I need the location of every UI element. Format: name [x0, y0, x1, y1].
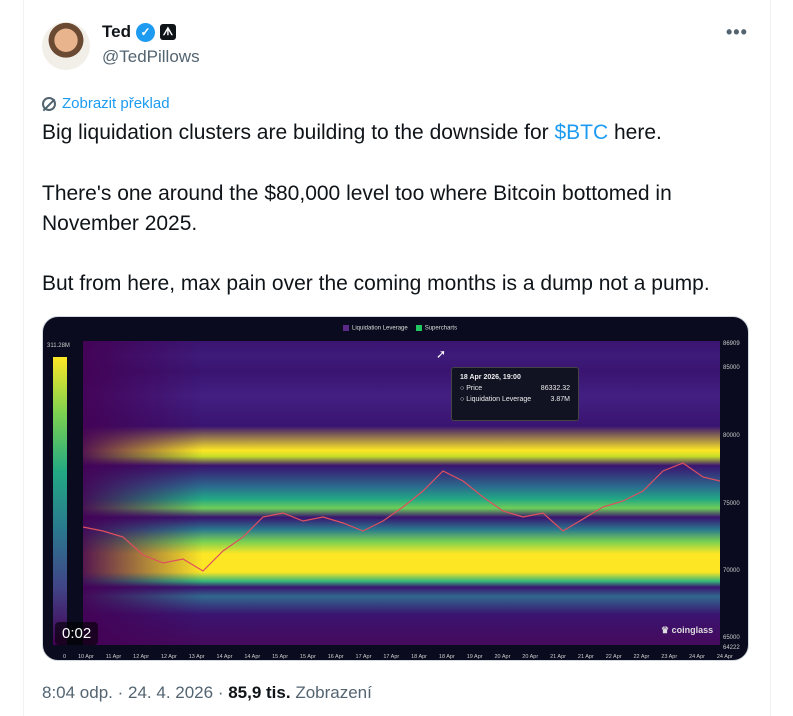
chart-legend: Liquidation Leverage Supercharts: [343, 325, 457, 332]
y-tick: 80000: [723, 433, 740, 439]
column-border-left: [23, 0, 24, 716]
price-line: [83, 462, 720, 572]
view-count: 85,9 tis.: [228, 683, 291, 702]
x-tick: 20 Apr: [494, 654, 511, 660]
x-tick: 23 Apr: [661, 654, 678, 660]
coinglass-watermark: ♛ coinglass: [661, 625, 714, 635]
tweet-text-line-4: But from here, max pain over the coming …: [42, 272, 710, 295]
tweet-text-line-1: Big liquidation clusters are building to…: [42, 118, 662, 148]
y-tick: 70000: [723, 568, 740, 574]
x-tick: 14 Apr: [244, 654, 261, 660]
x-axis: 0 10 Apr 11 Apr 12 Apr 12 Apr 13 Apr 14 Apr 14 …: [63, 654, 733, 660]
tweet-text: here.: [608, 121, 662, 144]
x-tick: 17 Apr: [355, 654, 372, 660]
column-border-right: [770, 0, 771, 716]
tooltip-lev-label: Liquidation Leverage: [466, 396, 532, 403]
x-tick: 13 Apr: [188, 654, 205, 660]
x-tick: 24 Apr: [689, 654, 705, 660]
tooltip-price-value: 86332.32: [540, 385, 570, 392]
views-label: Zobrazení: [295, 683, 372, 702]
y-tick: 85000: [723, 365, 740, 371]
more-options-icon[interactable]: •••: [726, 22, 748, 43]
x-tick: 15 Apr: [299, 654, 316, 660]
author-name-row: Ted ✓ ᗑ: [102, 22, 176, 42]
x-tick: 20 Apr: [522, 654, 539, 660]
tweet-text-line-3: November 2025.: [42, 212, 198, 235]
legend-swatch-icon: [415, 325, 422, 331]
x-tick: 22 Apr: [633, 654, 650, 660]
x-tick: 18 Apr: [438, 654, 455, 660]
y-tick: 75000: [723, 501, 740, 507]
tooltip-lev-value: 3.87M: [550, 396, 570, 403]
x-tick: 16 Apr: [327, 654, 344, 660]
author-handle[interactable]: @TedPillows: [102, 47, 200, 67]
coinglass-logo-icon: ♛: [661, 625, 670, 635]
y-tick: 65000: [723, 635, 740, 641]
y-tick: 64222: [723, 645, 740, 651]
translate-label: Zobrazit překlad: [62, 95, 170, 112]
y-axis: 86909 85000 80000 75000 70000 65000 6422…: [723, 337, 748, 657]
x-tick: 18 Apr: [411, 654, 428, 660]
legend-swatch-icon: [343, 325, 349, 331]
chart-tooltip: 18 Apr 2026, 19:00 ○ Price 86332.32 ○ Liq…: [451, 367, 579, 421]
tweet-meta: 8:04 odp. · 24. 4. 2026 · 85,9 tis. Zobr…: [42, 683, 372, 702]
translate-link[interactable]: Zobrazit překlad: [42, 95, 170, 112]
video-timer: 0:02: [55, 622, 99, 645]
tweet-time[interactable]: 8:04 odp.: [42, 683, 113, 702]
x-tick: 17 Apr: [383, 654, 400, 660]
tweet-date[interactable]: 24. 4. 2026: [128, 683, 213, 702]
legend-item: Liquidation Leverage: [343, 325, 408, 332]
cashtag-link[interactable]: $BTC: [554, 121, 608, 144]
tooltip-price-label: Price: [466, 385, 483, 392]
affiliation-badge-icon[interactable]: ᗑ: [159, 24, 176, 40]
avatar[interactable]: [42, 22, 90, 70]
tooltip-time: 18 Apr 2026, 19:00: [460, 374, 521, 381]
x-tick: 12 Apr: [160, 654, 177, 660]
x-tick: 12 Apr: [133, 654, 150, 660]
x-tick: 10 Apr: [77, 654, 94, 660]
video-player[interactable]: Liquidation Leverage Supercharts 311.28M…: [42, 316, 749, 661]
x-tick: 14 Apr: [216, 654, 233, 660]
x-tick: 21 Apr: [550, 654, 566, 660]
author-name[interactable]: Ted: [102, 22, 131, 42]
tweet-text-line-2: There's one around the $80,000 level too…: [42, 182, 672, 205]
x-tick: 19 Apr: [466, 654, 483, 660]
translate-icon: [42, 96, 56, 111]
verified-badge-icon[interactable]: ✓: [135, 22, 155, 42]
tweet-text: Big liquidation clusters are building to…: [42, 121, 555, 144]
x-tick: 21 Apr: [577, 654, 594, 660]
mouse-cursor-icon: ➚: [436, 347, 447, 361]
x-tick: 15 Apr: [272, 654, 289, 660]
colorbar: [53, 357, 67, 645]
x-tick: 24 Apr: [716, 654, 733, 660]
x-tick: 0: [63, 654, 67, 660]
x-tick: 11 Apr: [105, 654, 122, 660]
y-tick: 86909: [723, 341, 740, 347]
legend-item: Supercharts: [415, 325, 457, 332]
colorbar-max-label: 311.28M: [47, 343, 70, 349]
x-tick: 22 Apr: [605, 654, 622, 660]
